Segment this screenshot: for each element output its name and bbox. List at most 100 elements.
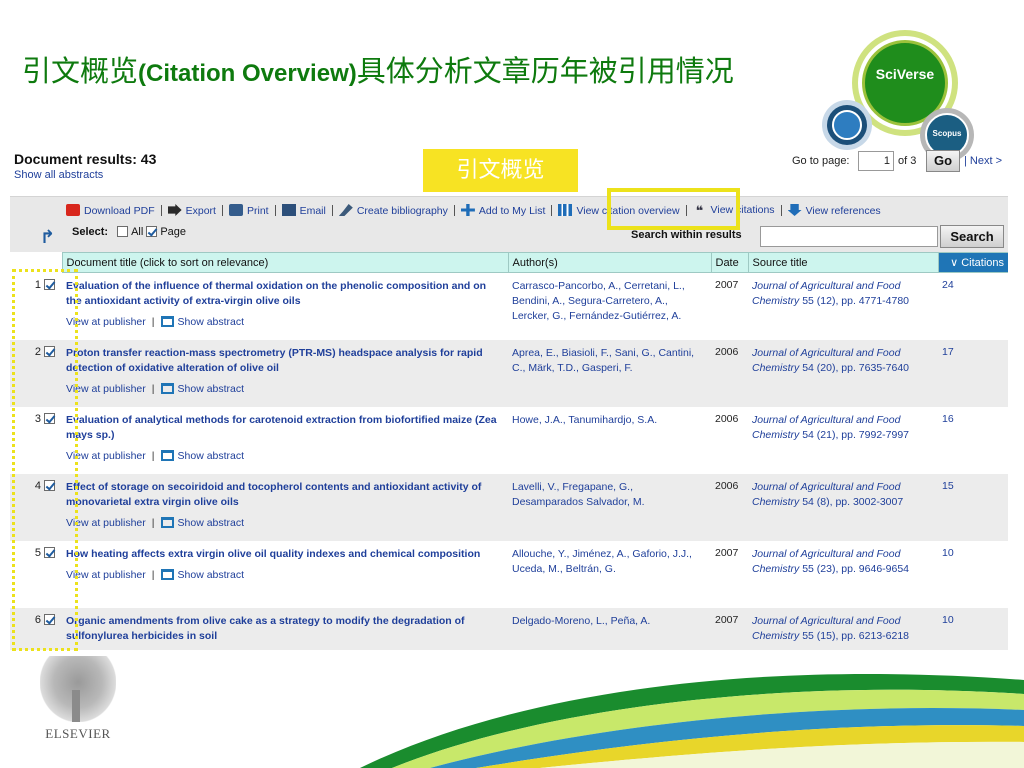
row-links: View at publisher | Show abstract [66,316,504,328]
date-cell: 2007 [711,272,748,340]
source-cell: Journal of Agricultural and Food Chemist… [748,540,938,608]
document-title-link[interactable]: Effect of storage on secoiridoid and toc… [66,480,504,510]
authors-cell[interactable]: Allouche, Y., Jiménez, A., Gaforio, J.J.… [508,540,711,608]
select-row: Select: All Page [72,226,186,238]
citations-count-link[interactable]: 24 [938,272,1008,340]
source-cell: Journal of Agricultural and Food Chemist… [748,607,938,650]
title-cell: Evaluation of analytical methods for car… [62,406,508,474]
header-document-title[interactable]: Document title (click to sort on relevan… [62,252,509,273]
abstract-icon [160,316,174,327]
bulk-action-arrow-icon: ↱ [40,227,56,247]
date-cell: 2006 [711,339,748,407]
citations-count-link[interactable]: 17 [938,339,1008,407]
blue-circle-icon [832,110,862,140]
document-title-link[interactable]: Proton transfer reaction-mass spectromet… [66,346,504,376]
header-authors[interactable]: Author(s) [508,252,712,273]
source-details: 55 (23), pp. 9646-9654 [802,562,910,575]
show-all-abstracts-link[interactable]: Show all abstracts [14,169,103,181]
toolbar-actions: Download PDF Export Print Email Create bibli… [66,204,996,220]
table-row: 2 Proton transfer reaction-mass spectrom… [10,339,1008,407]
document-title-link[interactable]: Evaluation of analytical methods for car… [66,413,504,443]
email-label: Email [299,205,326,217]
sciverse-logo: SciVerse Scopus [818,28,988,162]
select-page-checkbox[interactable] [146,226,158,237]
page-number-input[interactable]: 1 [858,151,894,171]
document-title-link[interactable]: How heating affects extra virgin olive o… [66,547,504,562]
date-cell: 2007 [711,607,748,650]
download-pdf-button[interactable]: Download PDF [66,204,155,217]
next-page-link[interactable]: | Next > [964,155,1002,167]
title-cell: Organic amendments from olive cake as a … [62,607,508,650]
row-links: View at publisher | Show abstract [66,449,504,462]
row-links: View at publisher | Show abstract [66,516,504,529]
bar-chart-icon [558,204,573,216]
select-all-checkbox[interactable] [117,226,129,237]
authors-cell[interactable]: Delgado-Moreno, L., Peña, A. [508,607,711,650]
citations-count-link[interactable]: 10 [938,540,1008,608]
link-divider: | [151,449,155,462]
toolbar-divider [160,205,162,216]
show-abstract-link[interactable]: Show abstract [178,316,245,328]
add-to-list-button[interactable]: Add to My List [460,204,545,217]
source-cell: Journal of Agricultural and Food Chemist… [748,272,938,340]
document-title-link[interactable]: Evaluation of the influence of thermal o… [66,279,504,309]
down-arrow-icon [787,204,802,216]
document-title-link[interactable]: Organic amendments from olive cake as a … [66,614,504,644]
show-abstract-link[interactable]: Show abstract [178,450,245,462]
abstract-icon [160,382,174,394]
goto-page-label: Go to page: [792,155,850,167]
title-cell: How heating affects extra virgin olive o… [62,540,508,608]
search-button[interactable]: Search [940,225,1004,248]
link-divider: | [151,516,155,529]
create-bibliography-label: Create bibliography [356,205,448,217]
header-date[interactable]: Date [711,252,749,273]
table-row: 6 Organic amendments from olive cake as … [10,607,1008,650]
printer-icon [228,204,243,216]
search-within-input[interactable] [760,226,938,247]
slide-title: 引文概览(Citation Overview)具体分析文章历年被引用情况 [22,48,734,92]
source-details: 54 (20), pp. 7635-7640 [802,361,910,374]
authors-cell[interactable]: Carrasco-Pancorbo, A., Cerretani, L., Be… [508,272,711,340]
table-row: 5 How heating affects extra virgin olive… [10,540,1008,608]
row-links: View at publisher | Show abstract [66,568,504,581]
table-header-row: Document title (click to sort on relevan… [10,252,1008,273]
citations-count-link[interactable]: 16 [938,406,1008,474]
export-label: Export [185,205,216,217]
plus-icon [460,204,475,216]
export-button[interactable]: Export [167,204,216,217]
create-bibliography-button[interactable]: Create bibliography [338,204,448,217]
source-cell: Journal of Agricultural and Food Chemist… [748,406,938,474]
authors-cell[interactable]: Aprea, E., Biasioli, F., Sani, G., Canti… [508,339,711,407]
source-details: 55 (12), pp. 4771-4780 [802,295,910,307]
toolbar-divider [780,205,782,216]
link-divider: | [151,568,155,581]
show-abstract-link[interactable]: Show abstract [178,569,245,581]
date-cell: 2006 [711,406,748,474]
results-table: Document title (click to sort on relevan… [10,252,1008,650]
authors-cell[interactable]: Lavelli, V., Fregapane, G., Desamparados… [508,473,711,541]
email-button[interactable]: Email [281,204,326,217]
search-within-label: Search within results [631,229,742,241]
source-details: 54 (8), pp. 3002-3007 [802,495,904,508]
go-button[interactable]: Go [926,150,960,172]
show-abstract-link[interactable]: Show abstract [178,517,245,529]
source-cell: Journal of Agricultural and Food Chemist… [748,339,938,407]
header-citations[interactable]: ∨ Citations [938,252,1008,273]
select-all-label: All [131,226,144,238]
citations-count-link[interactable]: 15 [938,473,1008,541]
toolbar-divider [221,205,223,216]
view-references-button[interactable]: View references [787,204,881,217]
authors-cell[interactable]: Howe, J.A., Tanumihardjo, S.A. [508,406,711,474]
citations-count-link[interactable]: 10 [938,607,1008,650]
scopus-logo-text: Scopus [932,129,962,138]
abstract-icon [160,449,174,461]
abstract-icon [160,568,174,580]
link-divider: | [151,382,155,395]
print-label: Print [246,205,269,217]
print-button[interactable]: Print [228,204,269,217]
header-source-title[interactable]: Source title [748,252,939,273]
decorative-swoosh [360,673,1024,768]
table-row: 1 Evaluation of the influence of thermal… [10,272,1008,340]
show-abstract-link[interactable]: Show abstract [178,383,245,395]
download-pdf-label: Download PDF [84,205,155,217]
